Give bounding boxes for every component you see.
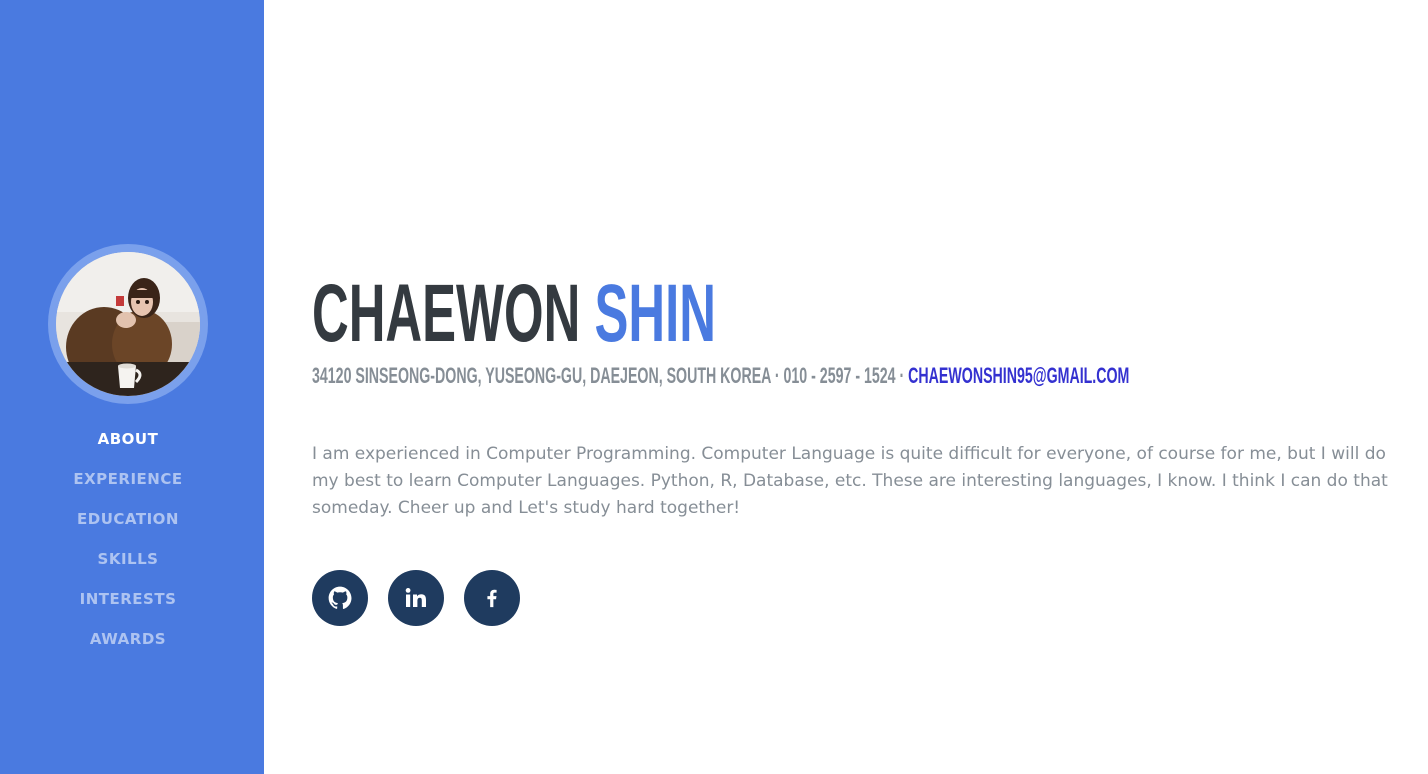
linkedin-icon — [405, 588, 426, 607]
contact-line: 34120 SINSEONG-DONG, YUSEONG-GU, DAEJEON… — [312, 362, 1129, 390]
nav-item-awards[interactable]: AWARDS — [0, 624, 256, 664]
separator: · — [895, 363, 909, 388]
github-button[interactable] — [312, 570, 368, 626]
separator: · — [770, 363, 784, 388]
facebook-icon — [487, 589, 497, 608]
avatar-ring — [48, 244, 208, 404]
first-name: CHAEWON — [312, 268, 581, 359]
social-icons — [312, 570, 520, 626]
email-link[interactable]: CHAEWONSHIN95@GMAIL.COM — [908, 363, 1129, 388]
last-name: SHIN — [594, 268, 716, 359]
avatar[interactable] — [56, 252, 200, 396]
facebook-button[interactable] — [464, 570, 520, 626]
nav-item-skills[interactable]: SKILLS — [0, 544, 256, 584]
linkedin-button[interactable] — [388, 570, 444, 626]
nav-item-education[interactable]: EDUCATION — [0, 504, 256, 544]
phone: 010 - 2597 - 1524 — [783, 363, 896, 388]
nav-item-about[interactable]: ABOUT — [0, 424, 256, 464]
page-title: CHAEWON SHIN — [312, 266, 716, 362]
github-icon — [328, 586, 352, 609]
address: 34120 SINSEONG-DONG, YUSEONG-GU, DAEJEON… — [312, 363, 771, 388]
nav-item-experience[interactable]: EXPERIENCE — [0, 464, 256, 504]
about-text: I am experienced in Computer Programming… — [312, 444, 1388, 518]
nav-item-interests[interactable]: INTERESTS — [0, 584, 256, 624]
nav-menu: ABOUT EXPERIENCE EDUCATION SKILLS INTERE… — [0, 424, 256, 664]
profile-photo — [56, 252, 200, 396]
sidebar: ABOUT EXPERIENCE EDUCATION SKILLS INTERE… — [0, 0, 264, 774]
